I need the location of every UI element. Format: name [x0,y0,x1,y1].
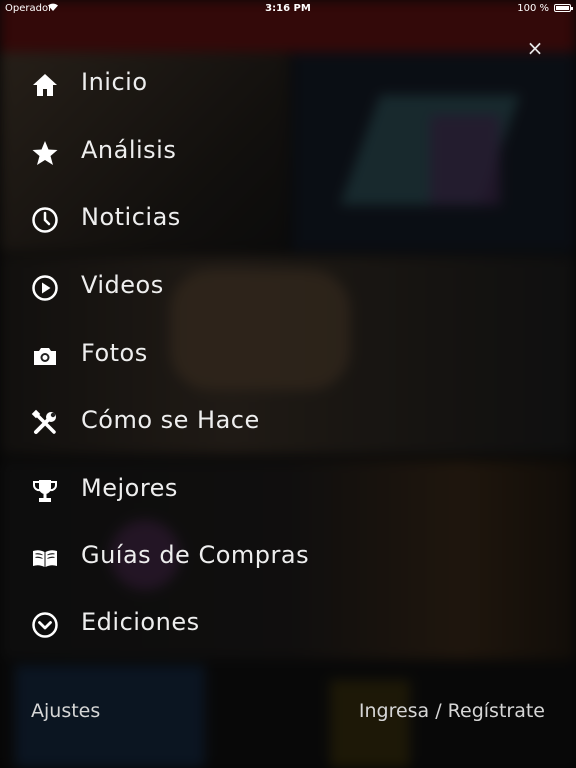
home-icon [31,71,59,99]
menu-item-label: Guías de Compras [81,541,310,569]
menu-item-label: Cómo se Hace [81,406,260,434]
menu-item-guias-de-compras[interactable]: Guías de Compras [0,533,420,583]
menu-item-label: Noticias [81,203,181,231]
menu-item-mejores[interactable]: Mejores [0,466,420,516]
battery-icon [554,4,573,12]
trophy-icon [31,477,59,505]
menu-item-analisis[interactable]: Análisis [0,128,420,178]
camera-icon [31,342,59,370]
menu-item-label: Ediciones [81,608,200,636]
status-bar: Operador 3:16 PM 100 % [0,0,576,18]
battery-percent: 100 % [517,3,549,14]
menu-item-inicio[interactable]: Inicio [0,60,420,110]
book-icon [31,544,59,572]
clock-icon [31,206,59,234]
menu-item-label: Análisis [81,136,177,164]
star-icon [31,139,59,167]
settings-link[interactable]: Ajustes [31,700,100,722]
dim-overlay [0,0,576,768]
menu-item-label: Inicio [81,68,148,96]
menu-item-fotos[interactable]: Fotos [0,331,420,381]
menu-item-label: Videos [81,271,164,299]
menu-item-label: Fotos [81,339,148,367]
close-icon[interactable]: × [524,37,546,59]
login-register-link[interactable]: Ingresa / Regístrate [359,700,545,722]
menu-item-noticias[interactable]: Noticias [0,195,420,245]
menu-item-label: Mejores [81,474,178,502]
play-icon [31,274,59,302]
menu-item-ediciones[interactable]: Ediciones [0,600,420,650]
menu-item-videos[interactable]: Videos [0,263,420,313]
menu-item-como-se-hace[interactable]: Cómo se Hace [0,398,420,448]
tools-icon [31,409,59,437]
clock-time: 3:16 PM [265,3,311,14]
chevron-circle-icon [31,611,59,639]
